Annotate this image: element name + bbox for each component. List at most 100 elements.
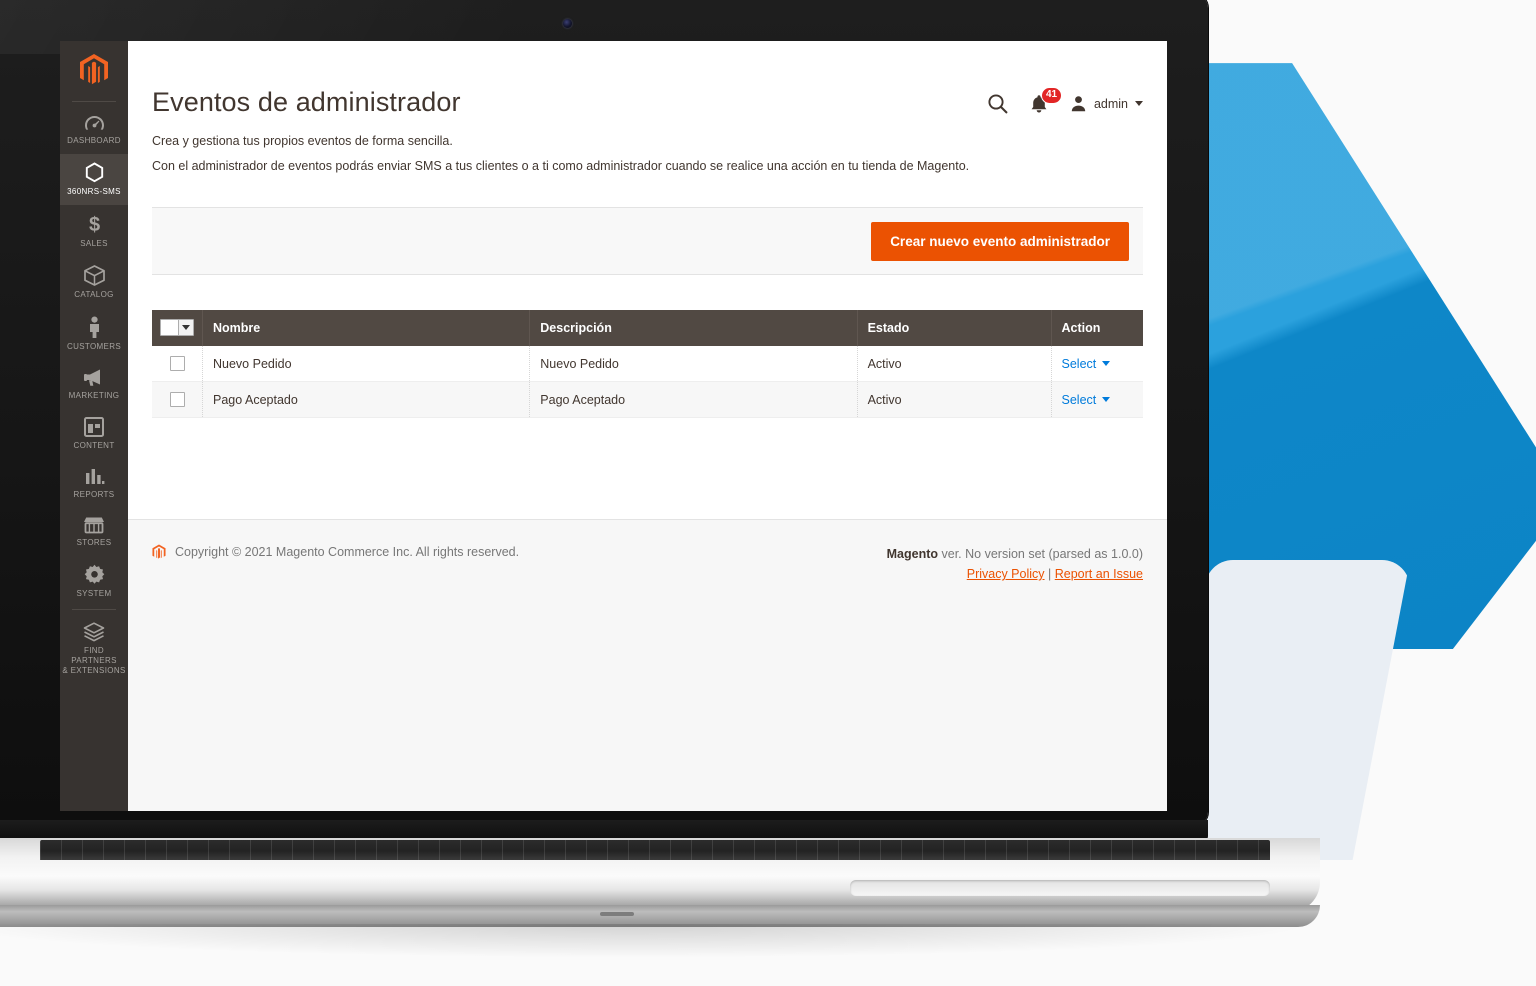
sidebar-item-label: FIND PARTNERS & EXTENSIONS <box>62 646 126 675</box>
bell-icon[interactable]: 41 <box>1030 86 1063 114</box>
admin-user-menu[interactable]: admin <box>1070 95 1143 112</box>
row-checkbox[interactable] <box>169 356 185 372</box>
events-grid-body: Nuevo Pedido Nuevo Pedido Activo Select <box>152 346 1143 419</box>
sidebar-item-stores[interactable]: STORES <box>60 508 128 556</box>
row-select-cell <box>152 346 203 383</box>
privacy-policy-link[interactable]: Privacy Policy <box>967 567 1045 581</box>
box-icon <box>83 265 105 286</box>
cell-estado: Activo <box>857 346 1052 383</box>
sidebar-item-sales[interactable]: $ SALES <box>60 205 128 257</box>
footer-copyright: Copyright © 2021 Magento Commerce Inc. A… <box>152 544 519 560</box>
storefront-icon <box>83 516 105 534</box>
sidebar-item-marketing[interactable]: MARKETING <box>60 360 128 409</box>
laptop-shadow <box>0 924 1320 958</box>
sidebar-item-label: CONTENT <box>73 441 115 450</box>
cell-action: Select <box>1051 346 1143 383</box>
dollar-icon: $ <box>87 213 102 236</box>
admin-content: Eventos de administrador Crea y gestiona… <box>128 41 1167 811</box>
cell-nombre: Pago Aceptado <box>202 381 531 419</box>
hexagon-icon <box>85 162 104 183</box>
select-all-caret-icon[interactable] <box>178 319 193 335</box>
bar-chart-icon <box>84 467 105 486</box>
admin-sidebar: DASHBOARD 360NRS-SMS $ SALES CATALOG CUS… <box>60 41 128 811</box>
footer-link-separator: | <box>1048 567 1052 581</box>
layout-icon <box>84 417 104 437</box>
events-grid-header: Nombre Descripción Estado Action <box>152 310 1143 346</box>
user-avatar-icon <box>1070 95 1087 112</box>
column-header-descripcion[interactable]: Descripción <box>529 310 858 346</box>
row-select-cell <box>152 381 203 419</box>
sidebar-item-catalog[interactable]: CATALOG <box>60 257 128 308</box>
select-all-checkbox[interactable] <box>161 319 178 335</box>
cell-action: Select <box>1051 381 1143 419</box>
cell-estado: Activo <box>857 381 1052 419</box>
admin-user-name: admin <box>1093 96 1128 111</box>
puzzle-box-icon <box>83 622 105 642</box>
admin-footer: Copyright © 2021 Magento Commerce Inc. A… <box>128 519 1167 811</box>
sidebar-item-system[interactable]: SYSTEM <box>60 556 128 607</box>
column-header-estado[interactable]: Estado <box>857 310 1052 346</box>
sidebar-item-content[interactable]: CONTENT <box>60 409 128 459</box>
cell-descripcion: Nuevo Pedido <box>529 346 858 383</box>
svg-text:$: $ <box>88 214 99 235</box>
dashboard-gauge-icon <box>84 114 105 132</box>
header-tools: 41 admin <box>987 86 1143 114</box>
cell-descripcion: Pago Aceptado <box>529 381 858 419</box>
chevron-down-icon <box>1102 361 1111 367</box>
sidebar-item-label: CATALOG <box>74 290 114 299</box>
footer-copyright-text: Copyright © 2021 Magento Commerce Inc. A… <box>175 545 520 559</box>
chevron-down-icon <box>1135 101 1143 106</box>
page-header: Eventos de administrador Crea y gestiona… <box>128 41 1167 177</box>
sidebar-item-reports[interactable]: REPORTS <box>60 459 128 508</box>
chevron-down-icon <box>1102 397 1111 403</box>
sidebar-divider-2 <box>72 609 116 610</box>
sidebar-divider <box>72 101 116 102</box>
screenshot-stage: DASHBOARD 360NRS-SMS $ SALES CATALOG CUS… <box>0 0 1536 986</box>
footer-version-brand: Magento <box>886 547 939 561</box>
sidebar-item-label: SALES <box>80 239 108 248</box>
sidebar-item-label: 360NRS-SMS <box>67 187 121 196</box>
row-action-label: Select <box>1061 392 1097 407</box>
report-issue-link[interactable]: Report an Issue <box>1055 567 1143 581</box>
table-row[interactable]: Pago Aceptado Pago Aceptado Activo Selec… <box>152 381 1143 419</box>
page-description-line1: Crea y gestiona tus propios eventos de f… <box>152 134 453 148</box>
row-action-select[interactable]: Select <box>1062 393 1111 407</box>
laptop-keyboard <box>40 840 1270 860</box>
background-shape-pale <box>1205 560 1410 860</box>
page-actions-bar: Crear nuevo evento administrador <box>152 207 1143 275</box>
magento-logo-icon-small <box>152 544 166 560</box>
footer-version-text: ver. No version set (parsed as 1.0.0) <box>938 547 1144 561</box>
laptop-trackpad <box>850 880 1270 896</box>
sidebar-item-360nrs-sms[interactable]: 360NRS-SMS <box>60 154 128 205</box>
webcam-icon <box>563 19 572 28</box>
sidebar-item-find-partners[interactable]: FIND PARTNERS & EXTENSIONS <box>60 614 128 684</box>
laptop-lid: DASHBOARD 360NRS-SMS $ SALES CATALOG CUS… <box>0 0 1208 826</box>
table-header-row: Nombre Descripción Estado Action <box>152 310 1143 346</box>
search-icon[interactable] <box>987 93 1008 114</box>
sidebar-item-label: SYSTEM <box>76 589 112 598</box>
sidebar-item-dashboard[interactable]: DASHBOARD <box>60 106 128 154</box>
select-all-dropdown[interactable] <box>160 318 194 336</box>
footer-links-line: Privacy Policy | Report an Issue <box>887 564 1143 584</box>
events-grid-wrapper: Nombre Descripción Estado Action Nuevo P… <box>152 310 1143 419</box>
footer-version-links: Magento ver. No version set (parsed as 1… <box>887 544 1143 584</box>
sidebar-item-label: CUSTOMERS <box>66 342 122 351</box>
magento-logo-icon[interactable] <box>60 41 128 99</box>
laptop-screen: DASHBOARD 360NRS-SMS $ SALES CATALOG CUS… <box>60 41 1167 811</box>
table-row[interactable]: Nuevo Pedido Nuevo Pedido Activo Select <box>152 346 1143 383</box>
cell-nombre: Nuevo Pedido <box>202 346 531 383</box>
row-action-label: Select <box>1061 356 1097 371</box>
row-action-select[interactable]: Select <box>1062 357 1111 371</box>
page-description-line2: Con el administrador de eventos podrás e… <box>152 159 970 173</box>
footer-version-line: Magento ver. No version set (parsed as 1… <box>887 544 1143 564</box>
laptop-front-notch <box>600 912 634 916</box>
sidebar-item-customers[interactable]: CUSTOMERS <box>60 308 128 360</box>
column-header-nombre[interactable]: Nombre <box>202 310 531 346</box>
create-new-admin-event-button[interactable]: Crear nuevo evento administrador <box>871 221 1129 261</box>
sidebar-item-label: REPORTS <box>73 490 115 499</box>
sidebar-item-label: DASHBOARD <box>67 136 121 145</box>
column-header-action: Action <box>1051 310 1143 346</box>
notification-badge: 41 <box>1040 86 1063 104</box>
row-checkbox[interactable] <box>169 392 185 408</box>
select-all-header <box>152 310 203 346</box>
